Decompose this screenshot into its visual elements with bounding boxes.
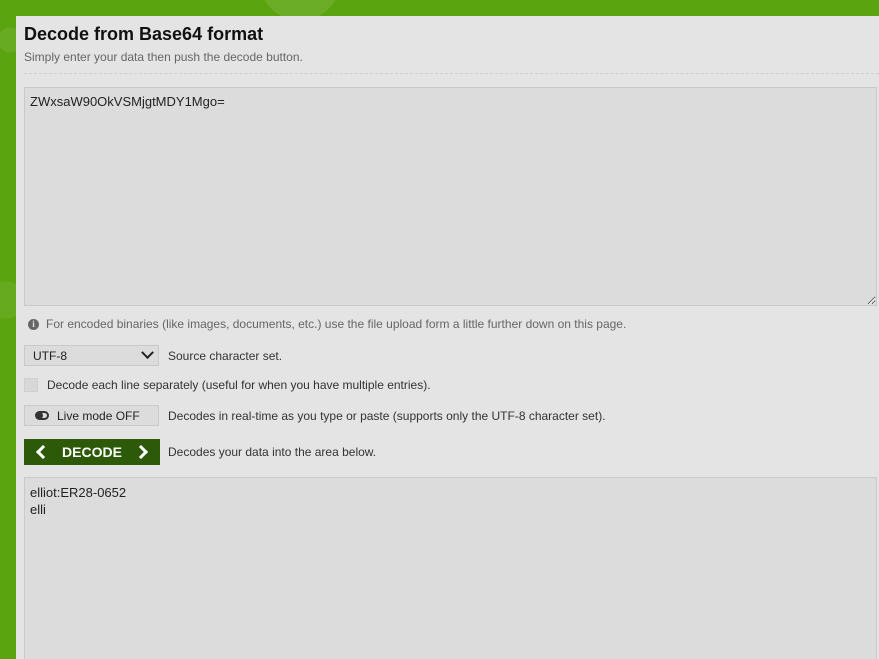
- page-title: Decode from Base64 format: [24, 24, 264, 44]
- live-mode-button-label: Live mode OFF: [57, 408, 140, 423]
- decode-description: Decodes your data into the area below.: [168, 445, 377, 459]
- page-subtitle: Simply enter your data then push the dec…: [24, 50, 303, 64]
- info-note-text: For encoded binaries (like images, docum…: [46, 317, 627, 331]
- separate-lines-row: Decode each line separately (useful for …: [24, 378, 431, 392]
- input-textarea[interactable]: [24, 87, 877, 306]
- decode-button-label: DECODE: [62, 444, 122, 460]
- live-mode-row: Live mode OFF Decodes in real-time as yo…: [24, 405, 606, 426]
- decode-row: DECODE Decodes your data into the area b…: [24, 439, 376, 465]
- separate-lines-checkbox[interactable]: [24, 378, 38, 392]
- decode-button[interactable]: DECODE: [24, 439, 160, 465]
- chevron-left-icon: [35, 444, 51, 460]
- charset-label: Source character set.: [168, 348, 283, 363]
- output-textarea[interactable]: elliot:ER28-0652 elli: [24, 477, 877, 659]
- charset-row: UTF-8 Source character set.: [24, 345, 282, 366]
- info-note: i For encoded binaries (like images, doc…: [28, 317, 626, 331]
- separate-lines-label: Decode each line separately (useful for …: [47, 378, 431, 392]
- charset-select[interactable]: UTF-8: [24, 345, 159, 366]
- chevron-right-icon: [133, 444, 149, 460]
- info-icon: i: [28, 318, 39, 330]
- toggle-off-icon: [35, 411, 49, 420]
- decode-panel: Decode from Base64 format Simply enter y…: [16, 16, 879, 659]
- divider: [24, 73, 879, 74]
- chevron-down-icon: [141, 346, 154, 360]
- charset-selected-value: UTF-8: [33, 348, 67, 363]
- live-mode-button[interactable]: Live mode OFF: [24, 405, 159, 426]
- live-mode-description: Decodes in real-time as you type or past…: [168, 408, 606, 423]
